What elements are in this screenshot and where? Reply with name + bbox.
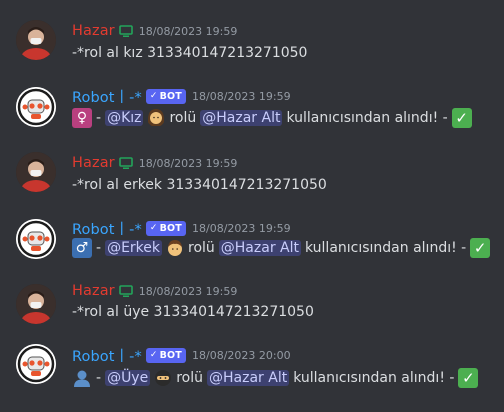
man-face-icon [168, 240, 182, 256]
timestamp[interactable]: 18/08/2023 19:59 [192, 222, 291, 235]
message: Hazar 18/08/2023 19:59 -*rol al kız 3133… [0, 16, 504, 82]
message: Robot丨-* ✓ BOT 18/08/2023 19:59 ♀ - @Kız … [0, 82, 504, 148]
bot-tag-label: BOT [159, 222, 182, 234]
bot-avatar[interactable] [16, 344, 56, 384]
message-content: ♀ - @Kız rolü @Hazar Alt kullanıcısından… [72, 106, 472, 130]
robot-avatar-icon [16, 219, 56, 259]
desktop-online-icon [118, 285, 133, 297]
bot-tag: ✓ BOT [145, 88, 186, 104]
body-text: kullanıcısından alındı! - [286, 110, 448, 126]
body-text: kullanıcısından alındı! - [304, 240, 467, 256]
author-name[interactable]: Hazar [72, 23, 115, 39]
body-text: rolü [188, 240, 215, 256]
timestamp[interactable]: 18/08/2023 20:00 [192, 349, 291, 362]
user-avatar[interactable] [16, 152, 56, 192]
role-mention[interactable]: @Kız [105, 110, 144, 126]
author-name[interactable]: Robot丨-* [72, 86, 142, 107]
ninja-icon [155, 370, 172, 386]
role-mention[interactable]: @Erkek [105, 240, 162, 256]
timestamp[interactable]: 18/08/2023 19:59 [139, 157, 238, 170]
body-text: rolü [169, 110, 197, 126]
message-content: -*rol al erkek 313340147213271050 [72, 177, 327, 193]
check-mark-icon: ✓ [470, 238, 491, 258]
bot-avatar[interactable] [16, 219, 56, 259]
bot-tag-label: BOT [159, 90, 182, 102]
user-avatar[interactable] [16, 20, 56, 60]
body-text: kullanıcısından alındı! - [293, 370, 455, 386]
verified-check-icon: ✓ [149, 223, 158, 233]
person-avatar-icon [16, 284, 56, 324]
dash-text: - [96, 110, 102, 126]
verified-check-icon: ✓ [149, 350, 158, 360]
message: Robot丨-* ✓ BOT 18/08/2023 19:59 ♂ - @Erke… [0, 214, 504, 280]
author-name[interactable]: Hazar [72, 283, 115, 299]
desktop-online-icon [118, 25, 133, 37]
dash-text: - [96, 240, 102, 256]
person-avatar-icon [16, 152, 56, 192]
message: Hazar 18/08/2023 19:59 -*rol al üye 3133… [0, 280, 504, 346]
male-sign-icon: ♂ [72, 238, 92, 258]
female-sign-icon: ♀ [72, 108, 92, 128]
message-content: -*rol al kız 313340147213271050 [72, 45, 308, 61]
check-mark-icon: ✓ [458, 368, 479, 388]
robot-avatar-icon [16, 344, 56, 384]
bot-tag: ✓ BOT [145, 220, 186, 236]
verified-check-icon: ✓ [149, 91, 158, 101]
message-content: ♂ - @Erkek rolü @Hazar Alt kullanıcısınd… [72, 236, 491, 260]
author-name[interactable]: Hazar [72, 155, 115, 171]
body-text: rolü [176, 370, 203, 386]
bot-avatar[interactable] [16, 87, 56, 127]
check-mark-icon: ✓ [451, 108, 472, 128]
user-mention[interactable]: @Hazar Alt [200, 110, 283, 126]
bot-tag: ✓ BOT [145, 347, 186, 363]
message: Robot丨-* ✓ BOT 18/08/2023 20:00 - @Üye ro… [0, 344, 504, 410]
dash-text: - [96, 370, 102, 386]
woman-face-icon [148, 109, 165, 126]
user-avatar[interactable] [16, 284, 56, 324]
person-avatar-icon [16, 20, 56, 60]
role-mention[interactable]: @Üye [105, 370, 151, 386]
message-content: - @Üye rolü @Hazar Alt kullanıcısından a… [72, 366, 479, 390]
user-mention[interactable]: @Hazar Alt [218, 240, 301, 256]
user-mention[interactable]: @Hazar Alt [207, 370, 290, 386]
bust-silhouette-icon [74, 370, 90, 387]
message-content: -*rol al üye 313340147213271050 [72, 304, 314, 320]
message: Hazar 18/08/2023 19:59 -*rol al erkek 31… [0, 148, 504, 214]
timestamp[interactable]: 18/08/2023 19:59 [139, 25, 238, 38]
bot-tag-label: BOT [159, 349, 182, 361]
robot-avatar-icon [16, 87, 56, 127]
timestamp[interactable]: 18/08/2023 19:59 [192, 90, 291, 103]
author-name[interactable]: Robot丨-* [72, 345, 142, 366]
desktop-online-icon [118, 157, 133, 169]
timestamp[interactable]: 18/08/2023 19:59 [139, 285, 238, 298]
